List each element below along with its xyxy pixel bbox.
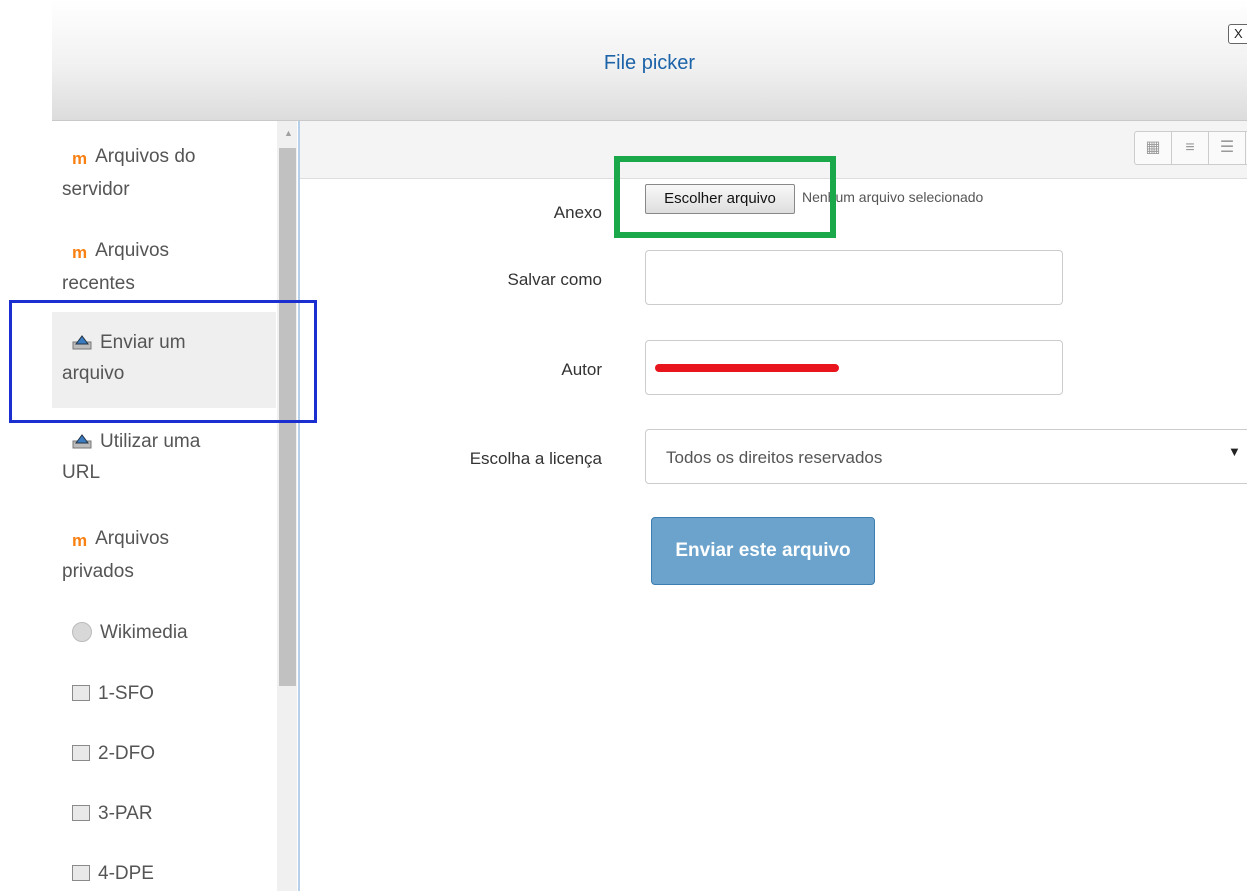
sidebar-item-label: Arquivos [95,240,170,261]
dialog-title: File picker [603,52,696,74]
dialog-header: File picker [52,0,1247,121]
scroll-up-arrow-icon[interactable]: ▲ [284,128,293,138]
sidebar-item-server-files[interactable]: m Arquivos do servidor [52,141,276,205]
repository-sidebar: m Arquivos do servidor m Arquivos recentes… [52,121,298,891]
wikimedia-icon [72,622,92,642]
sidebar-item-label: 3-PAR [98,803,153,824]
panel-divider [298,121,300,891]
sidebar-item-label: Wikimedia [100,622,188,643]
upload-file-button[interactable]: Enviar este arquivo [651,517,875,585]
author-redaction-mark [655,364,839,372]
sidebar-item-recent-files[interactable]: m Arquivos recentes [52,235,276,299]
save-as-label: Salvar como [507,270,602,289]
icon-view-icon[interactable]: ▦ [1135,132,1172,164]
sidebar-item-2-dfo[interactable]: 2-DFO [52,738,276,769]
repository-icon [72,685,90,701]
sidebar-item-use-url[interactable]: Utilizar uma URL [52,426,276,488]
sidebar-item-wikimedia[interactable]: Wikimedia [52,617,276,648]
license-select[interactable]: Todos os direitos reservados [645,429,1247,484]
highlight-box-green [614,156,836,238]
sidebar-item-label: recentes [62,273,135,294]
moodle-icon: m [72,531,88,550]
repository-icon [72,865,90,881]
moodle-icon: m [72,149,88,168]
dropdown-arrow-icon[interactable]: ▼ [1228,444,1241,459]
sidebar-item-label: servidor [62,179,130,200]
sidebar-item-label: 2-DFO [98,743,155,764]
moodle-icon: m [72,243,88,262]
repository-icon [72,805,90,821]
sidebar-item-label: Arquivos do [95,146,196,167]
repository-icon [72,745,90,761]
author-label: Autor [561,360,602,379]
upload-icon [72,434,92,449]
sidebar-item-3-par[interactable]: 3-PAR [52,798,276,829]
attachment-label: Anexo [553,203,602,222]
view-switcher: ▦ ≡ ☰ [1134,131,1247,165]
sidebar-item-label: URL [62,462,101,483]
list-view-icon[interactable]: ≡ [1172,132,1209,164]
save-as-input[interactable] [645,250,1063,305]
sidebar-item-label: Arquivos [95,528,170,549]
tree-view-icon[interactable]: ☰ [1209,132,1246,164]
close-button[interactable]: X [1228,24,1247,44]
sidebar-item-private-files[interactable]: m Arquivos privados [52,523,276,587]
highlight-box-blue [9,300,317,423]
sidebar-item-label: 4-DPE [98,863,154,884]
sidebar-item-label: Utilizar uma [100,431,201,452]
sidebar-item-4-dpe[interactable]: 4-DPE [52,858,276,889]
sidebar-item-label: 1-SFO [98,683,154,704]
sidebar-item-1-sfo[interactable]: 1-SFO [52,678,276,709]
license-label: Escolha a licença [469,449,602,468]
sidebar-item-label: privados [62,561,134,582]
